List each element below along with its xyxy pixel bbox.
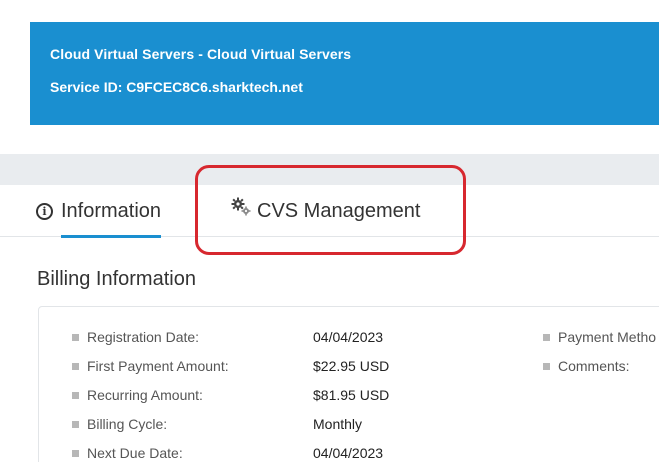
billing-row-comments: Comments: (543, 356, 630, 376)
billing-label: Recurring Amount: (87, 387, 203, 403)
tab-information-label: Information (61, 199, 162, 222)
bullet-icon (543, 333, 550, 341)
section-divider (0, 154, 659, 185)
info-circle-icon: i (36, 202, 53, 220)
billing-value: Monthly (313, 416, 363, 432)
billing-row-payment-method: Payment Metho (543, 327, 656, 347)
billing-label: Next Due Date: (87, 445, 183, 461)
billing-value: $22.95 USD (313, 358, 390, 374)
service-id: Service ID: C9FCEC8C6.sharktech.net (50, 79, 303, 95)
gears-icon (231, 197, 251, 216)
billing-row-first-payment: First Payment Amount: (72, 356, 229, 376)
billing-information-title: Billing Information (37, 268, 196, 290)
bullet-icon (543, 362, 550, 370)
billing-label: Registration Date: (87, 329, 200, 345)
billing-label: Payment Metho (558, 329, 657, 345)
tab-information[interactable]: i Information (36, 185, 162, 238)
service-banner: Cloud Virtual Servers - Cloud Virtual Se… (30, 22, 659, 125)
billing-label: First Payment Amount: (87, 358, 229, 374)
bullet-icon (72, 420, 79, 428)
billing-row-recurring-amount: Recurring Amount: (72, 385, 203, 405)
service-title: Cloud Virtual Servers - Cloud Virtual Se… (50, 46, 352, 62)
page: Cloud Virtual Servers - Cloud Virtual Se… (0, 0, 659, 462)
billing-value: $81.95 USD (313, 387, 390, 403)
billing-row-next-due-date: Next Due Date: (72, 443, 183, 462)
tab-cvs-management-label: CVS Management (257, 199, 421, 222)
bullet-icon (72, 391, 79, 399)
bullet-icon (72, 333, 79, 341)
billing-label: Comments: (558, 358, 630, 374)
bullet-icon (72, 449, 79, 457)
billing-row-registration-date: Registration Date: (72, 327, 199, 347)
billing-row-billing-cycle: Billing Cycle: (72, 414, 167, 434)
billing-value: 04/04/2023 (313, 445, 384, 461)
billing-value: 04/04/2023 (313, 329, 384, 345)
tabs-bar: i Information CVS Management (0, 185, 659, 407)
billing-label: Billing Cycle: (87, 416, 168, 432)
bullet-icon (72, 362, 79, 370)
active-tab-indicator (61, 235, 162, 238)
tab-cvs-management[interactable]: CVS Management (230, 185, 420, 237)
